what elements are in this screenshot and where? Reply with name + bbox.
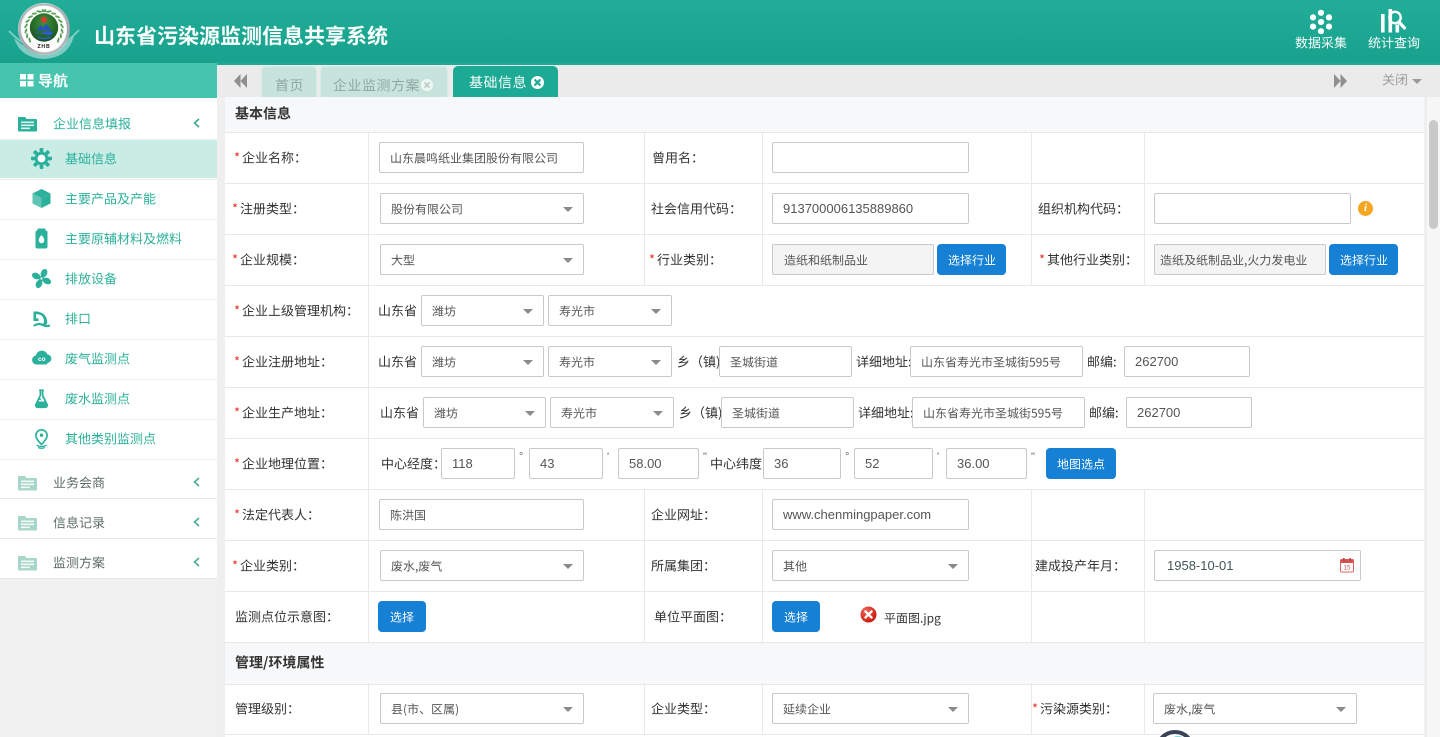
svg-text:ZHB: ZHB <box>37 44 50 50</box>
svg-text:15: 15 <box>1343 565 1351 572</box>
svg-text:co: co <box>38 356 46 363</box>
